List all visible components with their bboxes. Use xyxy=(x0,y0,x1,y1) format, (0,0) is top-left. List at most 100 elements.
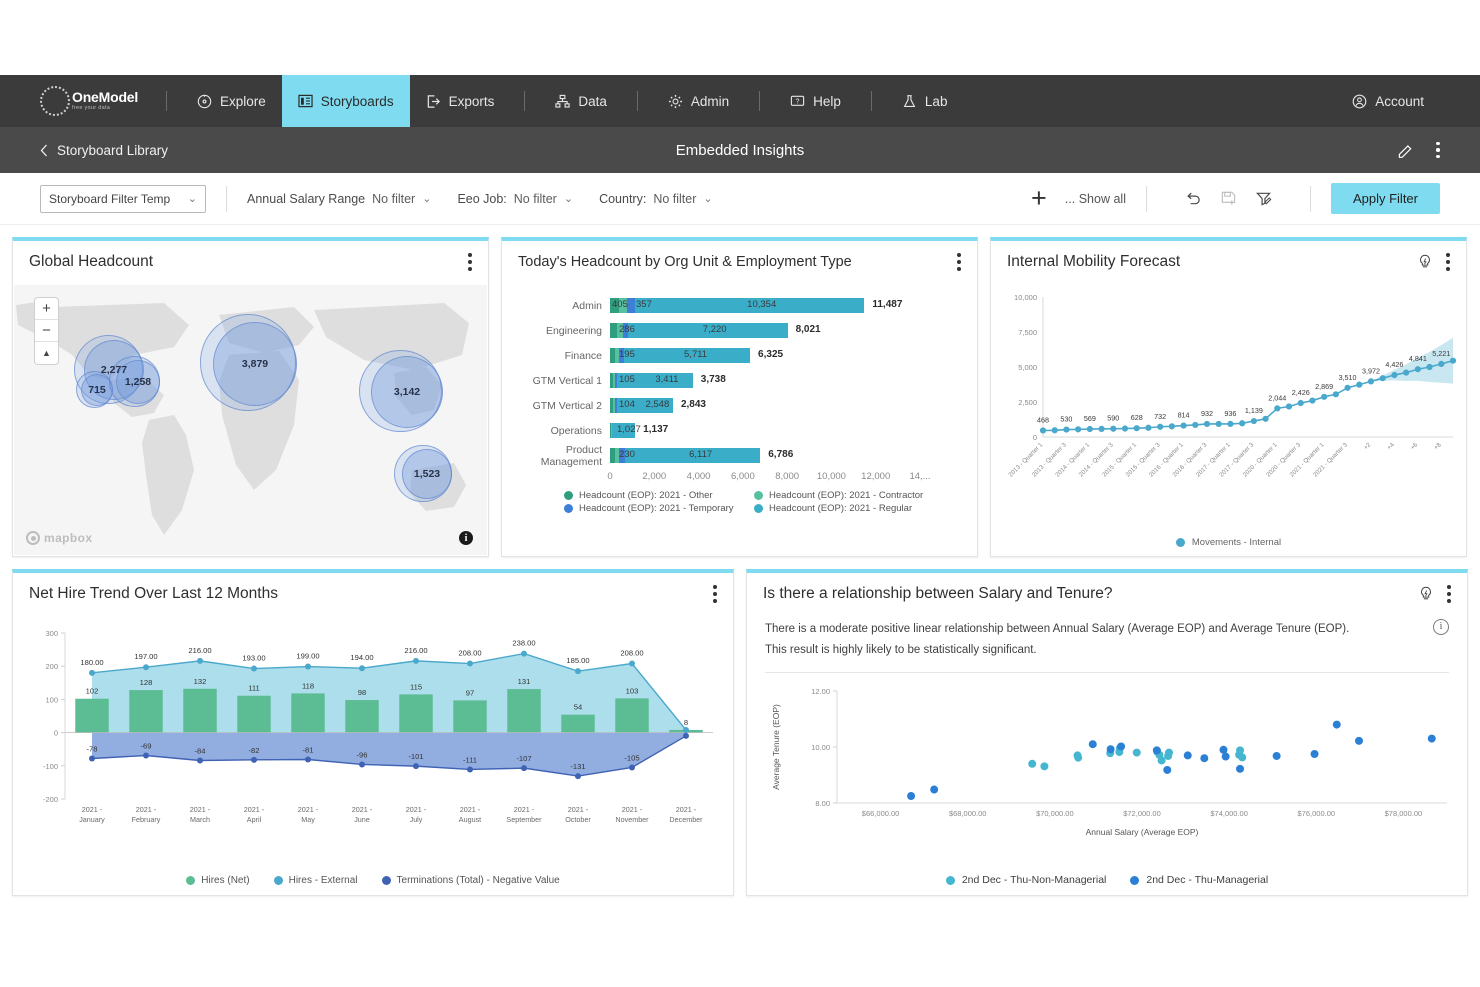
net-hire-bar[interactable] xyxy=(75,698,109,733)
scatter-point[interactable] xyxy=(1332,720,1341,729)
show-all-filters-link[interactable]: ... Show all xyxy=(1065,192,1126,206)
legend-item[interactable]: Headcount (EOP): 2021 - Regular xyxy=(754,503,944,514)
scatter-point[interactable] xyxy=(1354,736,1363,745)
storyboard-filter-template-select[interactable]: Storyboard Filter Temp ⌄ xyxy=(40,184,206,213)
data-point[interactable] xyxy=(1356,381,1363,388)
bar-row[interactable]: GTM Vertical 1 105 3,411 3,738 xyxy=(502,368,977,393)
data-point[interactable] xyxy=(1250,417,1257,425)
scatter-point[interactable] xyxy=(1183,751,1192,760)
data-point[interactable] xyxy=(305,756,311,763)
scatter-point[interactable] xyxy=(907,792,916,800)
legend-item[interactable]: Headcount (EOP): 2021 - Other xyxy=(564,490,754,501)
pencil-icon[interactable] xyxy=(1397,142,1414,159)
legend-item[interactable]: Headcount (EOP): 2021 - Contractor xyxy=(754,490,944,501)
data-point[interactable] xyxy=(1285,403,1293,410)
data-point[interactable] xyxy=(467,766,473,773)
data-point[interactable] xyxy=(197,757,203,764)
map-zoom-in-button[interactable]: + xyxy=(35,298,58,320)
data-point[interactable] xyxy=(1086,425,1093,433)
bar-row[interactable]: Finance 195 5,711 6,325 xyxy=(502,343,977,368)
scatter-point[interactable] xyxy=(1152,746,1161,755)
data-point[interactable] xyxy=(413,763,419,770)
data-point[interactable] xyxy=(1157,423,1164,430)
data-point[interactable] xyxy=(1145,424,1152,431)
apply-filter-button[interactable]: Apply Filter xyxy=(1330,183,1440,214)
add-filter-button[interactable]: + xyxy=(1031,185,1047,212)
data-point[interactable] xyxy=(467,660,473,667)
legend-item[interactable]: Hires - External xyxy=(273,875,358,886)
map-info-icon[interactable]: i xyxy=(459,531,473,545)
data-point[interactable] xyxy=(1449,357,1457,364)
data-point[interactable] xyxy=(359,761,365,768)
scatter-point[interactable] xyxy=(1117,742,1126,751)
scatter-point[interactable] xyxy=(1073,751,1082,760)
data-point[interactable] xyxy=(251,756,257,763)
filter-edit-icon[interactable] xyxy=(1255,190,1272,207)
panel-more-menu[interactable] xyxy=(957,253,961,271)
legend-item[interactable]: Terminations (Total) - Negative Value xyxy=(381,875,560,886)
data-point[interactable] xyxy=(251,665,257,672)
scatter-point[interactable] xyxy=(1106,745,1115,754)
lightbulb-icon[interactable] xyxy=(1417,254,1433,270)
data-point[interactable] xyxy=(1110,425,1117,432)
data-point[interactable] xyxy=(1367,378,1375,385)
data-point[interactable] xyxy=(1379,375,1386,382)
legend-item[interactable]: 2nd Dec - Thu-Managerial xyxy=(1130,874,1268,886)
scatter-point[interactable] xyxy=(1272,751,1281,760)
data-point[interactable] xyxy=(1063,426,1070,433)
data-point[interactable] xyxy=(1414,366,1421,373)
scatter-point[interactable] xyxy=(1310,750,1319,758)
data-point[interactable] xyxy=(1239,420,1246,427)
data-point[interactable] xyxy=(683,732,689,739)
net-hire-bar[interactable] xyxy=(237,695,271,733)
scatter-point[interactable] xyxy=(1157,756,1166,765)
nav-item-explore[interactable]: Explore xyxy=(181,75,282,127)
data-point[interactable] xyxy=(143,664,149,671)
scatter-point[interactable] xyxy=(1132,748,1141,757)
scatter-point[interactable] xyxy=(1236,764,1245,773)
data-point[interactable] xyxy=(413,657,419,664)
data-point[interactable] xyxy=(1121,425,1129,432)
data-point[interactable] xyxy=(1168,423,1175,430)
panel-more-menu[interactable] xyxy=(1447,585,1451,603)
nav-item-admin[interactable]: Admin xyxy=(652,75,745,127)
data-point[interactable] xyxy=(575,773,581,780)
data-point[interactable] xyxy=(197,657,203,664)
legend-item[interactable]: Hires (Net) xyxy=(186,875,250,886)
data-point[interactable] xyxy=(305,663,311,670)
data-point[interactable] xyxy=(1274,405,1281,412)
world-map[interactable]: + − ▲ 2,277 715 1,258 3,879 3,142 1,523 mapbo… xyxy=(14,285,487,555)
bar-segment[interactable] xyxy=(626,298,636,313)
scatter-point[interactable] xyxy=(1165,748,1174,757)
map-zoom-out-button[interactable]: − xyxy=(35,320,58,342)
net-hire-bar[interactable] xyxy=(291,693,325,733)
filter-eeo-job[interactable]: Eeo Job: No filter ⌄ xyxy=(457,192,573,206)
lightbulb-icon[interactable] xyxy=(1418,586,1434,602)
scatter-point[interactable] xyxy=(930,785,939,794)
data-point[interactable] xyxy=(1192,421,1199,429)
panel-more-menu[interactable] xyxy=(713,585,717,603)
net-hire-bar[interactable] xyxy=(615,698,649,733)
data-point[interactable] xyxy=(1098,425,1105,433)
bar-row[interactable]: Engineering 286 7,220 8,021 xyxy=(502,318,977,343)
scatter-point[interactable] xyxy=(1427,734,1436,743)
storyboard-more-menu[interactable] xyxy=(1436,142,1440,158)
data-point[interactable] xyxy=(1051,427,1058,434)
onemodel-logo[interactable]: OneModel free your data xyxy=(40,83,152,119)
net-hire-bar[interactable] xyxy=(399,694,433,733)
bar-row[interactable]: Operations 1,027 1,137 xyxy=(502,418,977,443)
data-point[interactable] xyxy=(1203,420,1211,428)
save-icon[interactable] xyxy=(1220,190,1237,207)
undo-icon[interactable] xyxy=(1185,190,1202,207)
nav-item-data[interactable]: Data xyxy=(539,75,623,127)
net-hire-bar[interactable] xyxy=(453,700,487,733)
data-point[interactable] xyxy=(1321,393,1328,400)
nav-item-exports[interactable]: Exports xyxy=(410,75,511,127)
data-point[interactable] xyxy=(521,650,527,657)
data-point[interactable] xyxy=(1426,363,1433,371)
net-hire-bar[interactable] xyxy=(129,690,163,733)
data-point[interactable] xyxy=(1332,391,1339,398)
data-point[interactable] xyxy=(1039,427,1047,434)
bar-row[interactable]: GTM Vertical 2 104 2,548 2,843 xyxy=(502,393,977,418)
panel-more-menu[interactable] xyxy=(468,253,472,271)
